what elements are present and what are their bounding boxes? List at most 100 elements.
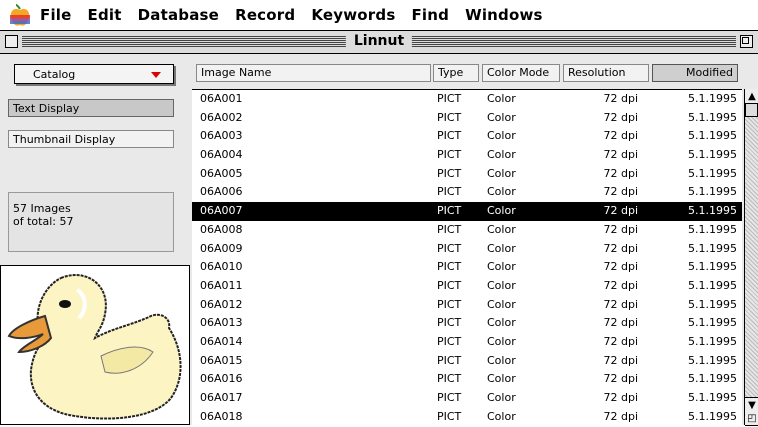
table-header: Image Name Type Color Mode Resolution Mo… [192, 64, 742, 84]
cell-image-name: 06A001 [200, 92, 243, 105]
size-box-icon[interactable]: ◰ [745, 411, 758, 426]
header-resolution[interactable]: Resolution [563, 64, 649, 82]
cell-modified: 5.1.1995 [688, 148, 737, 162]
cell-type: PICT [437, 409, 462, 423]
cell-color-mode: Color [487, 129, 516, 143]
cell-resolution: 72 dpi [603, 148, 638, 162]
cell-type: PICT [437, 110, 462, 124]
cell-color-mode: Color [487, 92, 516, 105]
arrow-up-icon[interactable]: ▲ [745, 89, 758, 104]
cell-image-name: 06A003 [200, 129, 243, 143]
image-count: 57 Images [13, 202, 71, 215]
cell-image-name: 06A008 [200, 222, 243, 236]
table-row[interactable]: 06A005 PICT Color 72 dpi 5.1.1995 [192, 165, 742, 184]
cell-color-mode: Color [487, 148, 516, 162]
cell-image-name: 06A015 [200, 353, 243, 367]
header-modified[interactable]: Modified [652, 64, 738, 82]
cell-type: PICT [437, 129, 462, 143]
cell-color-mode: Color [487, 297, 516, 311]
cell-image-name: 06A014 [200, 334, 243, 348]
cell-resolution: 72 dpi [603, 297, 638, 311]
close-box-icon[interactable] [5, 35, 18, 48]
cell-type: PICT [437, 148, 462, 162]
cell-resolution: 72 dpi [603, 222, 638, 236]
cell-resolution: 72 dpi [603, 92, 638, 105]
cell-resolution: 72 dpi [603, 372, 638, 386]
menu-keywords[interactable]: Keywords [311, 6, 395, 24]
table-row[interactable]: 06A018 PICT Color 72 dpi 5.1.1995 [192, 408, 742, 427]
table-row[interactable]: 06A009 PICT Color 72 dpi 5.1.1995 [192, 240, 742, 259]
cell-resolution: 72 dpi [603, 185, 638, 199]
header-image-name[interactable]: Image Name [196, 64, 431, 82]
cell-type: PICT [437, 297, 462, 311]
table-row[interactable]: 06A007 PICT Color 72 dpi 5.1.1995 [192, 202, 742, 221]
menu-find[interactable]: Find [411, 6, 449, 24]
cell-type: PICT [437, 372, 462, 386]
menu-record[interactable]: Record [235, 6, 295, 24]
cell-type: PICT [437, 222, 462, 236]
table-row[interactable]: 06A003 PICT Color 72 dpi 5.1.1995 [192, 127, 742, 146]
table-row[interactable]: 06A010 PICT Color 72 dpi 5.1.1995 [192, 258, 742, 277]
cell-resolution: 72 dpi [603, 334, 638, 348]
cell-type: PICT [437, 204, 462, 218]
cell-color-mode: Color [487, 185, 516, 199]
cell-color-mode: Color [487, 409, 516, 423]
menu-edit[interactable]: Edit [88, 6, 122, 24]
cell-image-name: 06A004 [200, 148, 243, 162]
cell-resolution: 72 dpi [603, 391, 638, 404]
cell-image-name: 06A010 [200, 260, 243, 274]
table-row[interactable]: 06A008 PICT Color 72 dpi 5.1.1995 [192, 221, 742, 240]
text-display-button[interactable]: Text Display [8, 99, 174, 117]
cell-color-mode: Color [487, 260, 516, 274]
vertical-scrollbar[interactable]: ▲ ▼ ◰ [744, 89, 758, 426]
cell-resolution: 72 dpi [603, 316, 638, 330]
zoom-box-icon[interactable] [740, 35, 753, 48]
cell-type: PICT [437, 353, 462, 367]
cell-type: PICT [437, 241, 462, 255]
table-row[interactable]: 06A004 PICT Color 72 dpi 5.1.1995 [192, 146, 742, 165]
duck-thumbnail [0, 265, 190, 425]
cell-type: PICT [437, 391, 462, 404]
image-total: of total: 57 [13, 215, 74, 228]
cell-modified: 5.1.1995 [688, 110, 737, 124]
table-row[interactable]: 06A012 PICT Color 72 dpi 5.1.1995 [192, 296, 742, 315]
cell-modified: 5.1.1995 [688, 409, 737, 423]
cell-resolution: 72 dpi [603, 409, 638, 423]
table-row[interactable]: 06A006 PICT Color 72 dpi 5.1.1995 [192, 183, 742, 202]
cell-image-name: 06A002 [200, 110, 243, 124]
cell-modified: 5.1.1995 [688, 372, 737, 386]
cell-modified: 5.1.1995 [688, 353, 737, 367]
cell-resolution: 72 dpi [603, 241, 638, 255]
scroll-thumb[interactable] [745, 103, 758, 117]
window-titlebar[interactable]: Linnut [0, 31, 758, 54]
cell-resolution: 72 dpi [603, 166, 638, 180]
table-row[interactable]: 06A001 PICT Color 72 dpi 5.1.1995 [192, 90, 742, 109]
catalog-popup[interactable]: Catalog [14, 64, 174, 84]
apple-logo-icon[interactable] [0, 0, 40, 30]
table-row[interactable]: 06A011 PICT Color 72 dpi 5.1.1995 [192, 277, 742, 296]
cell-modified: 5.1.1995 [688, 204, 737, 218]
cell-color-mode: Color [487, 166, 516, 180]
menu-file[interactable]: File [40, 6, 72, 24]
table-row[interactable]: 06A015 PICT Color 72 dpi 5.1.1995 [192, 352, 742, 371]
cell-modified: 5.1.1995 [688, 391, 737, 404]
cell-type: PICT [437, 260, 462, 274]
menu-windows[interactable]: Windows [465, 6, 543, 24]
header-color-mode[interactable]: Color Mode [482, 64, 560, 82]
cell-color-mode: Color [487, 278, 516, 292]
cell-color-mode: Color [487, 316, 516, 330]
table-row[interactable]: 06A017 PICT Color 72 dpi 5.1.1995 [192, 389, 742, 408]
cell-type: PICT [437, 166, 462, 180]
cell-resolution: 72 dpi [603, 204, 638, 218]
cell-color-mode: Color [487, 110, 516, 124]
header-type[interactable]: Type [433, 64, 479, 82]
image-table: Image Name Type Color Mode Resolution Mo… [192, 54, 758, 427]
cell-resolution: 72 dpi [603, 353, 638, 367]
thumbnail-display-button[interactable]: Thumbnail Display [8, 130, 174, 148]
table-row[interactable]: 06A002 PICT Color 72 dpi 5.1.1995 [192, 109, 742, 128]
menu-database[interactable]: Database [138, 6, 219, 24]
table-row[interactable]: 06A014 PICT Color 72 dpi 5.1.1995 [192, 333, 742, 352]
table-row[interactable]: 06A016 PICT Color 72 dpi 5.1.1995 [192, 370, 742, 389]
table-row[interactable]: 06A013 PICT Color 72 dpi 5.1.1995 [192, 314, 742, 333]
cell-modified: 5.1.1995 [688, 260, 737, 274]
